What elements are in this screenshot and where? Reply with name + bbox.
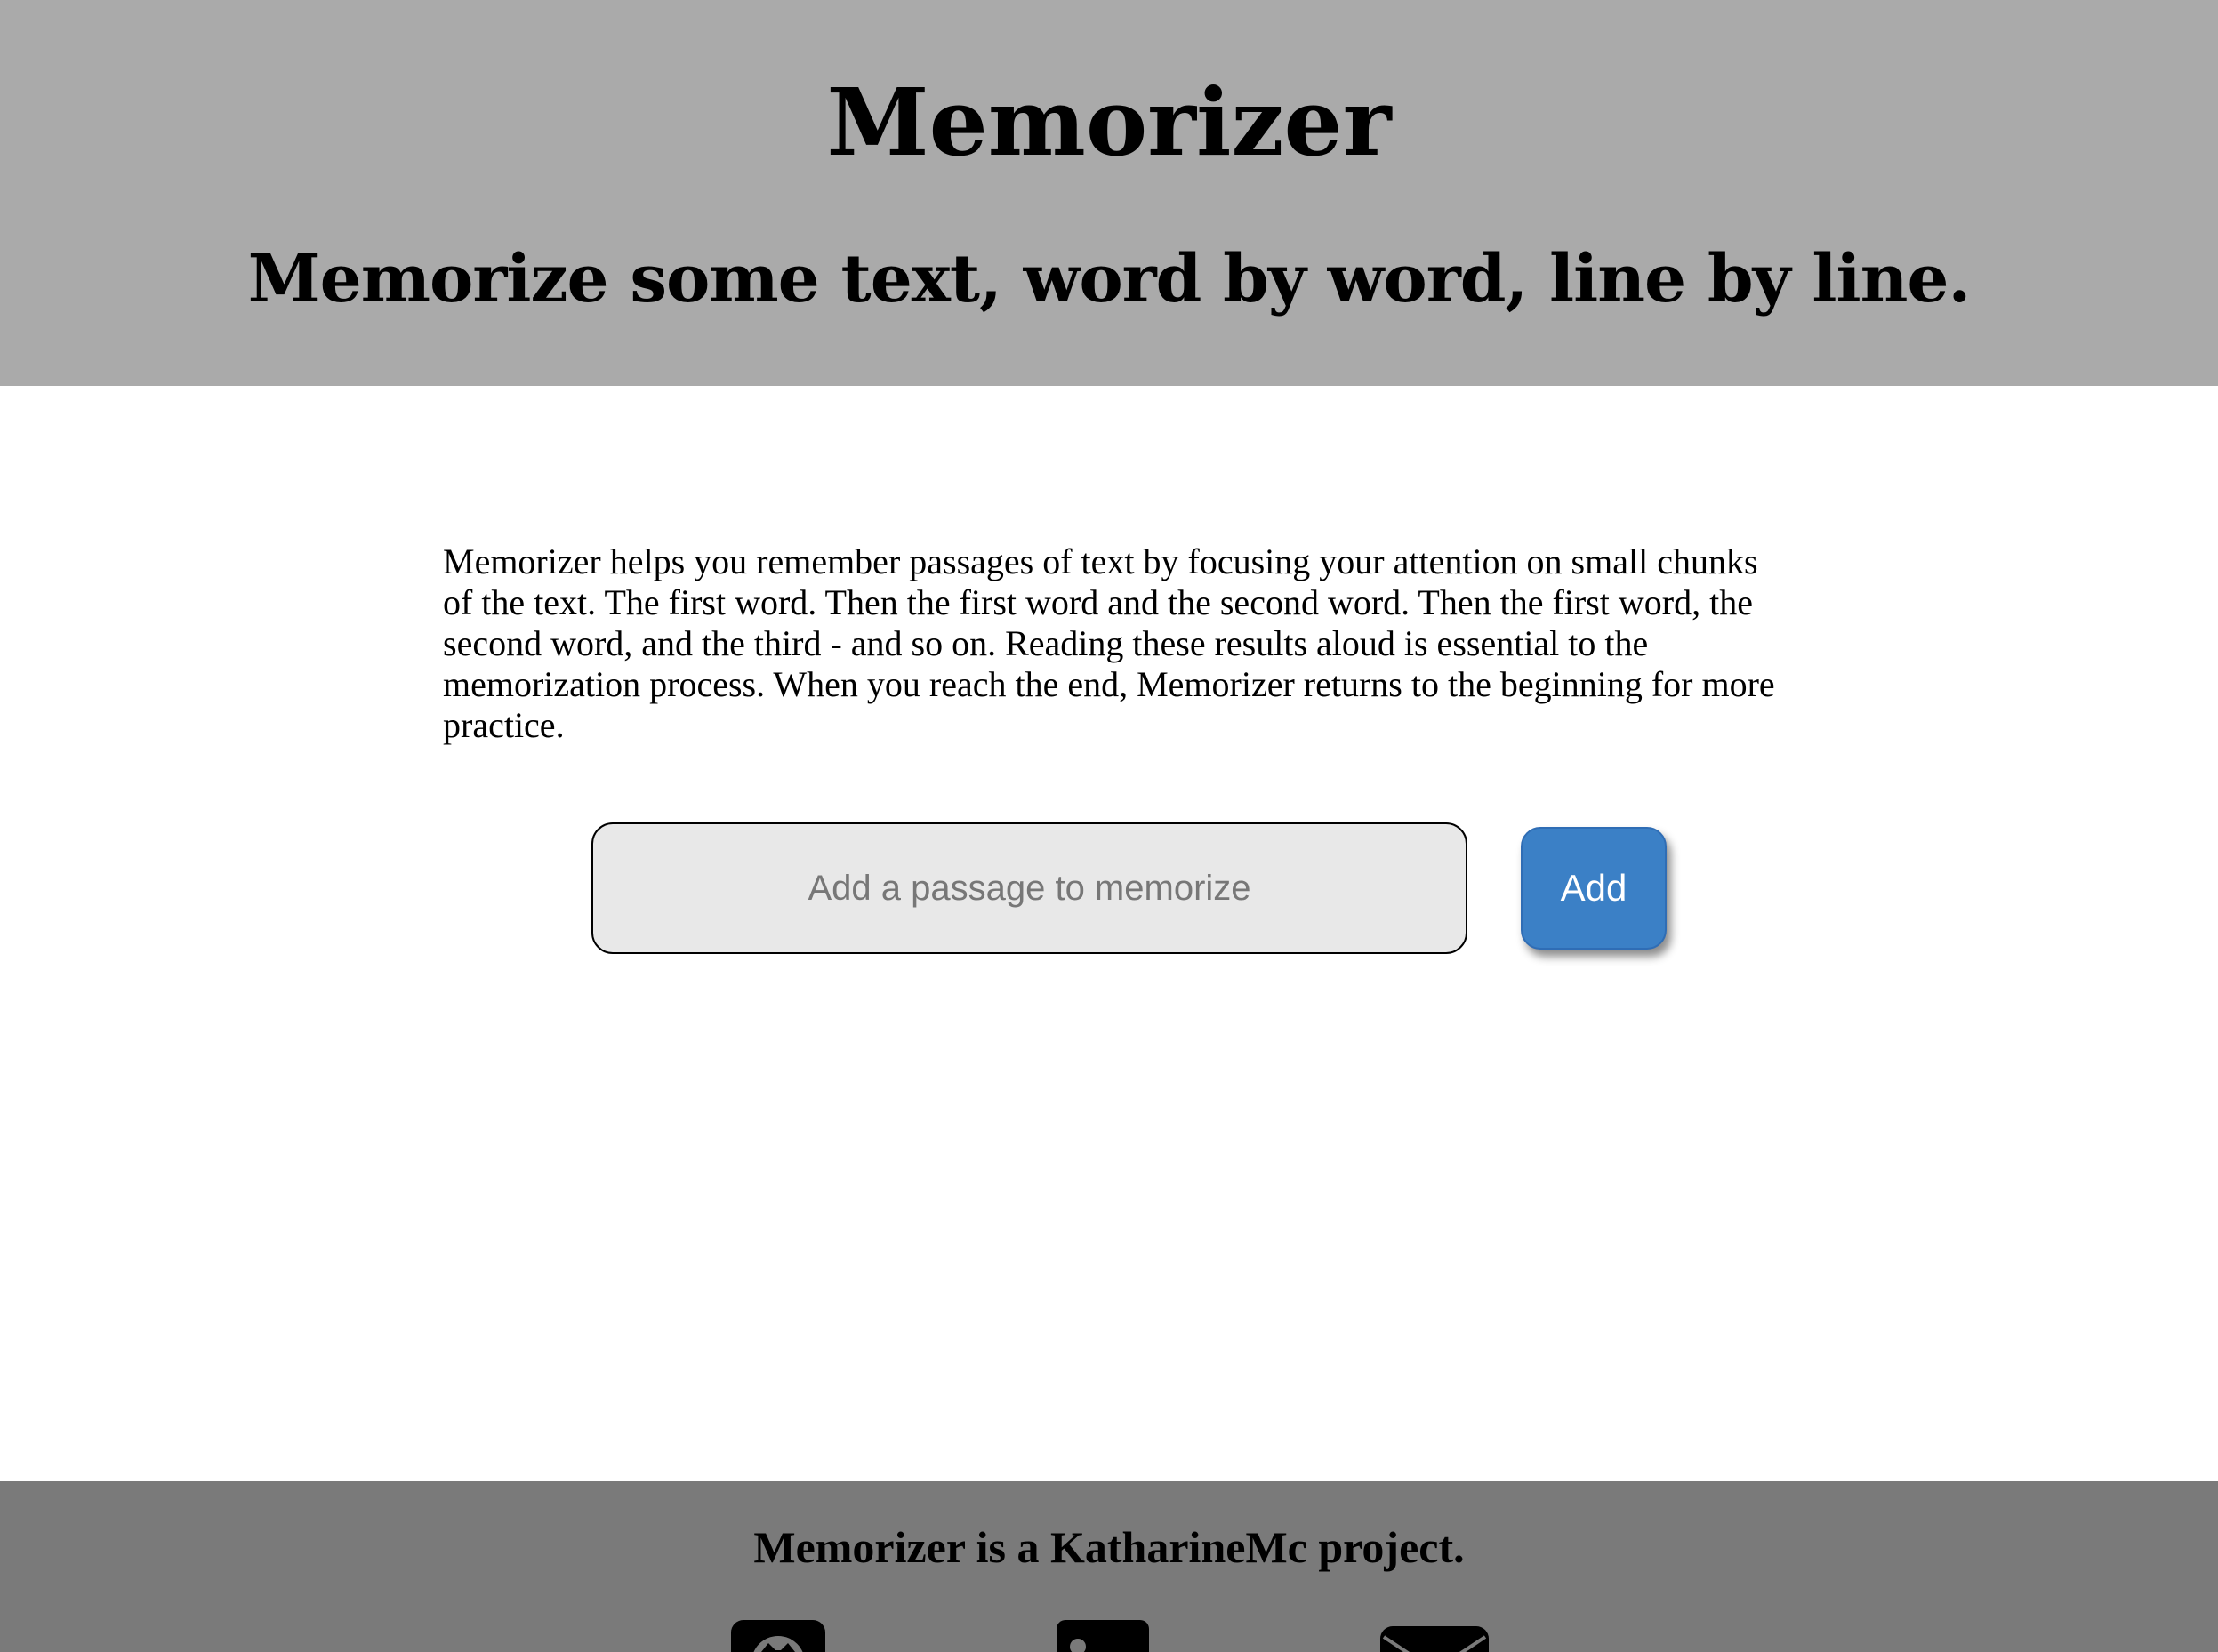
footer-text: Memorizer is a KatharineMc project. (753, 1522, 1465, 1572)
app-subtitle: Memorize some text, word by word, line b… (247, 241, 1971, 317)
email-icon[interactable] (1380, 1626, 1489, 1652)
add-button[interactable]: Add (1521, 827, 1667, 950)
github-icon[interactable] (731, 1620, 825, 1652)
app-title: Memorizer (826, 68, 1392, 177)
linkedin-icon[interactable] (1057, 1620, 1149, 1652)
page-header: Memorizer Memorize some text, word by wo… (0, 0, 2218, 386)
page-footer: Memorizer is a KatharineMc project. (0, 1481, 2218, 1652)
passage-input[interactable] (591, 822, 1467, 954)
description-text: Memorizer helps you remember passages of… (443, 541, 1775, 745)
